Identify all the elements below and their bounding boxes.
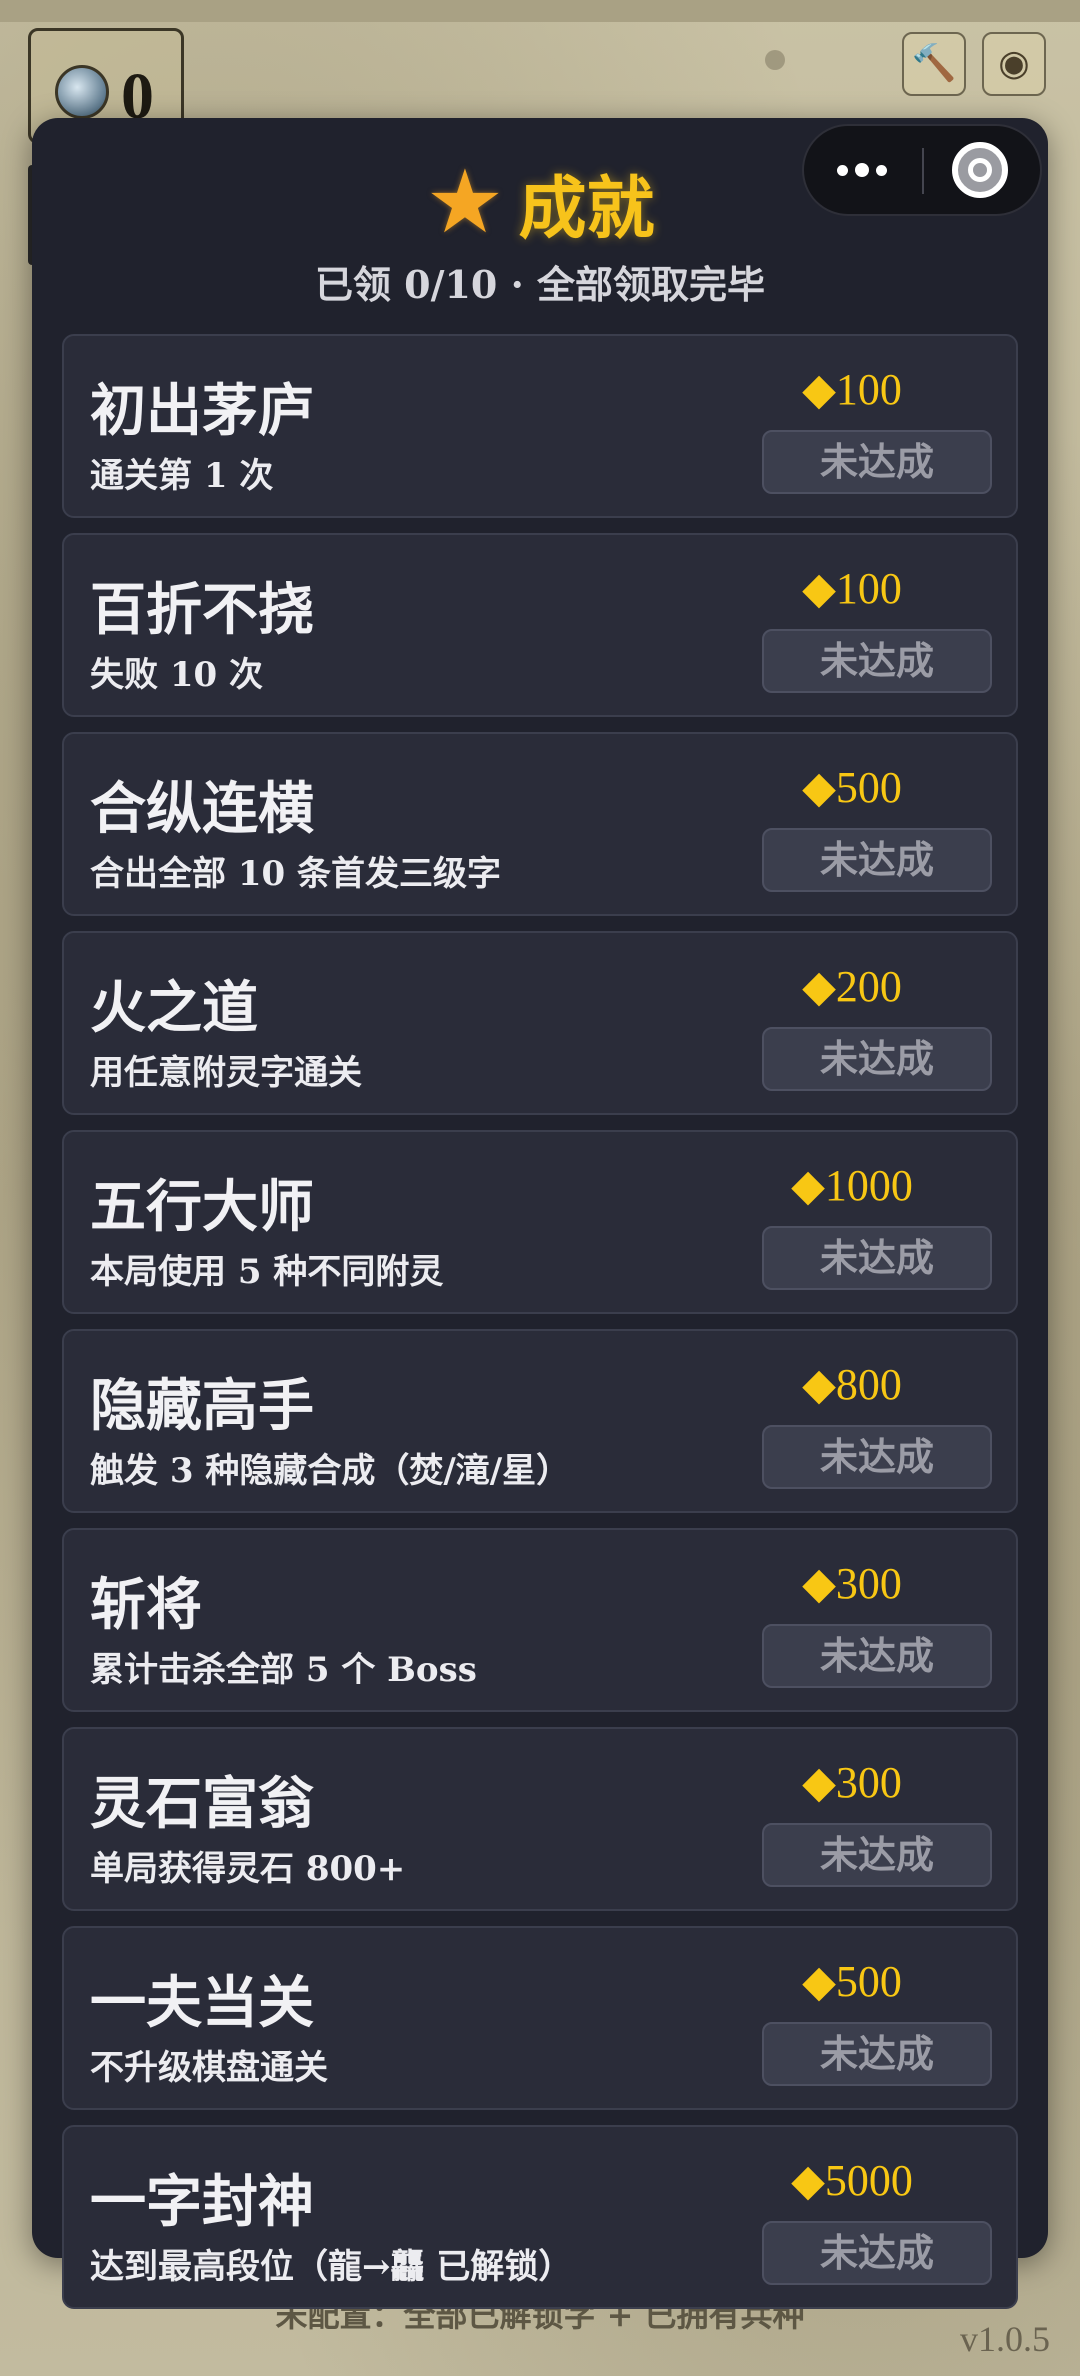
achievement-title: 初出茅庐 [90, 378, 314, 444]
achievement-title: 斩将 [90, 1572, 202, 1638]
claim-summary: 已领 0/10 · 全部领取完毕 [314, 262, 766, 307]
achievement-description: 通关第 1 次 [90, 456, 274, 496]
achievement-description: 达到最高段位（龍→龘 已解锁） [90, 2247, 573, 2287]
achievement-status-button[interactable]: 未达成 [762, 430, 992, 494]
achievement-description: 本局使用 5 种不同附灵 [90, 1252, 444, 1292]
achievement-card: 五行大师本局使用 5 种不同附灵 ◆1000 未达成 [62, 1130, 1018, 1314]
achievement-card: 斩将累计击杀全部 5 个 Boss ◆300 未达成 [62, 1528, 1018, 1712]
achievement-card: 隐藏高手触发 3 种隐藏合成（焚/滝/星） ◆800 未达成 [62, 1329, 1018, 1513]
achievement-card: 一夫当关不升级棋盘通关 ◆500 未达成 [62, 1926, 1018, 2110]
achievement-title: 合纵连横 [90, 776, 314, 842]
achievement-card: 初出茅庐通关第 1 次 ◆100 未达成 [62, 334, 1018, 518]
achievement-reward: ◆500 [802, 763, 902, 812]
version-label: v1.0.5 [960, 2319, 1050, 2359]
achievement-description: 不升级棋盘通关 [90, 2048, 328, 2088]
achievement-description: 单局获得灵石 800+ [90, 1849, 406, 1889]
achievement-reward: ◆500 [802, 1957, 902, 2006]
achievement-title: 火之道 [90, 975, 258, 1041]
achievement-status-button[interactable]: 未达成 [762, 828, 992, 892]
achievement-description: 触发 3 种隐藏合成（焚/滝/星） [90, 1451, 571, 1491]
achievement-title: 一夫当关 [90, 1970, 314, 2036]
gem-icon [55, 65, 109, 119]
achievement-description: 累计击杀全部 5 个 Boss [90, 1650, 477, 1690]
achievement-card: 百折不挠失败 10 次 ◆100 未达成 [62, 533, 1018, 717]
background-top-bar [0, 0, 1080, 22]
achievement-reward: ◆800 [802, 1360, 902, 1409]
achievement-status-button[interactable]: 未达成 [762, 2221, 992, 2285]
page-title: 成就 [518, 168, 655, 249]
panel-header: ★ 成就 [0, 152, 1080, 252]
achievement-card: 灵石富翁单局获得灵石 800+ ◆300 未达成 [62, 1727, 1018, 1911]
achievement-title: 百折不挠 [90, 577, 314, 643]
achievement-reward: ◆100 [802, 365, 902, 414]
hammer-icon[interactable]: 🔨 [902, 32, 966, 96]
achievement-status-button[interactable]: 未达成 [762, 2022, 992, 2086]
achievement-status-button[interactable]: 未达成 [762, 1226, 992, 1290]
achievement-status-button[interactable]: 未达成 [762, 629, 992, 693]
achievement-status-button[interactable]: 未达成 [762, 1624, 992, 1688]
achievement-title: 五行大师 [90, 1174, 314, 1240]
achievement-reward: ◆1000 [791, 1161, 913, 1210]
achievement-description: 用任意附灵字通关 [90, 1053, 362, 1093]
achievement-status-button[interactable]: 未达成 [762, 1027, 992, 1091]
coin-icon[interactable]: ◉ [982, 32, 1046, 96]
star-icon: ★ [425, 150, 505, 253]
achievement-list: 初出茅庐 通关第 1 次 ◆100 未达成 百折不挠 失败 10 次 ◆100 未达成 合纵连横… [62, 334, 1018, 2324]
achievement-reward: ◆5000 [791, 2156, 913, 2205]
achievement-status-button[interactable]: 未达成 [762, 1425, 992, 1489]
achievement-card: 合纵连横合出全部 10 条首发三级字 ◆500 未达成 [62, 732, 1018, 916]
achievement-title: 灵石富翁 [90, 1771, 314, 1837]
achievement-reward: ◆200 [802, 962, 902, 1011]
background-dot [765, 50, 785, 70]
achievement-title: 一字封神 [90, 2169, 314, 2235]
achievement-description: 合出全部 10 条首发三级字 [90, 854, 501, 894]
achievement-description: 失败 10 次 [90, 655, 263, 695]
achievement-reward: ◆300 [802, 1559, 902, 1608]
achievement-status-button[interactable]: 未达成 [762, 1823, 992, 1887]
achievement-card: 火之道用任意附灵字通关 ◆200 未达成 [62, 931, 1018, 1115]
achievement-reward: ◆300 [802, 1758, 902, 1807]
achievement-reward: ◆100 [802, 564, 902, 613]
achievement-card: 一字封神达到最高段位（龍→龘 已解锁） ◆5000 未达成 [62, 2125, 1018, 2309]
achievement-title: 隐藏高手 [90, 1373, 314, 1439]
